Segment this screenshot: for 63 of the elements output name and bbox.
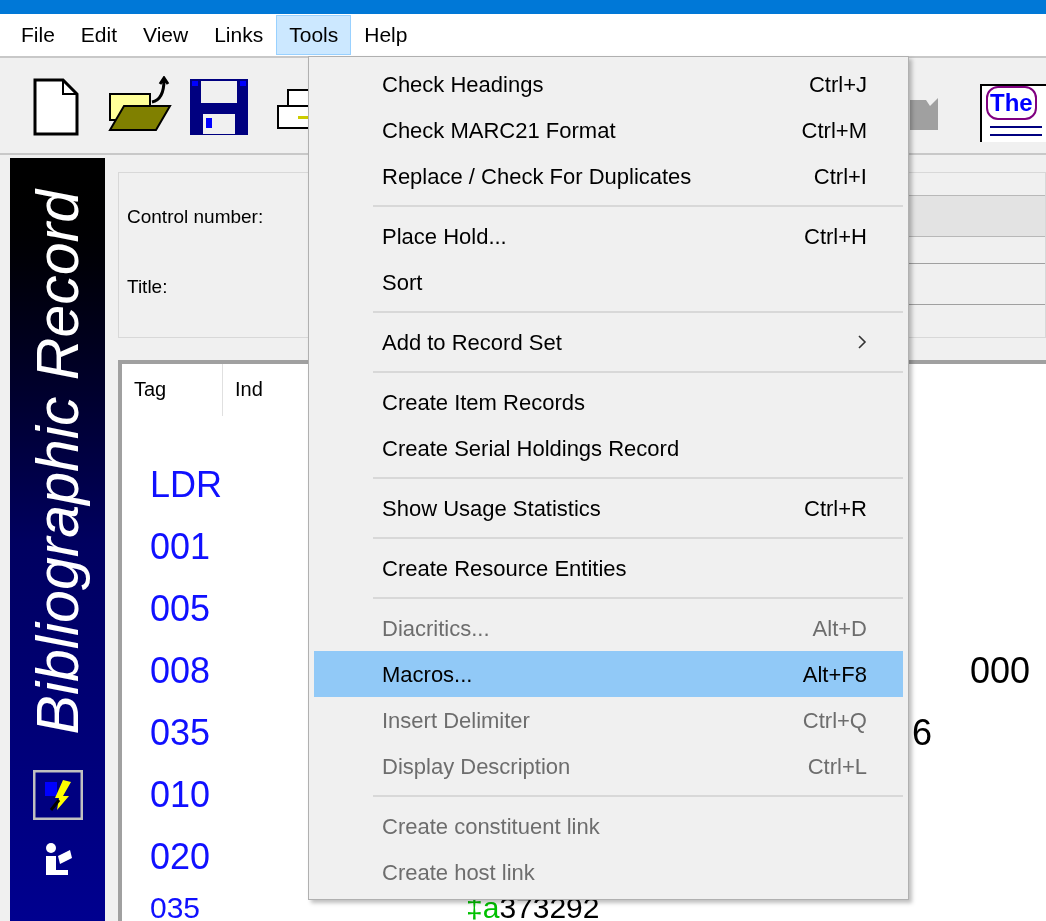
column-header[interactable]: Tag bbox=[122, 364, 223, 416]
thesaurus-icon[interactable]: The bbox=[980, 84, 1046, 142]
menu-item-label: Create Serial Holdings Record bbox=[382, 434, 680, 463]
shortcut-label: Ctrl+H bbox=[804, 222, 867, 251]
menu-item-label: Sort bbox=[382, 268, 423, 297]
macro-icon[interactable] bbox=[32, 770, 83, 820]
control-number-label: Control number: bbox=[127, 205, 264, 229]
shortcut-label: Ctrl+I bbox=[813, 162, 867, 191]
menu-item[interactable]: Create Item Records bbox=[314, 379, 903, 425]
menu-item-label: Diacritics... bbox=[382, 614, 490, 643]
menu-item-label: Macros... bbox=[382, 660, 473, 689]
field-data-cell: 6 bbox=[912, 711, 933, 755]
menu-item[interactable]: Sort bbox=[314, 259, 903, 305]
shortcut-label: Alt+D bbox=[812, 614, 867, 643]
shortcut-label: Ctrl+M bbox=[801, 116, 867, 145]
new-document-icon[interactable] bbox=[33, 78, 79, 136]
menu-item[interactable]: Create Serial Holdings Record bbox=[314, 425, 903, 471]
tag-cell: 001 bbox=[150, 525, 211, 569]
menu-item-label: Place Hold... bbox=[382, 222, 507, 251]
tag-cell: 035 bbox=[150, 711, 211, 755]
menu-bar-item[interactable]: File bbox=[8, 15, 68, 55]
menu-item[interactable]: Add to Record Set bbox=[314, 319, 903, 365]
thesaurus-icon-text: The bbox=[986, 86, 1037, 120]
menu-item[interactable]: Check Headings Ctrl+J bbox=[314, 61, 903, 107]
menu-bar-item[interactable]: View bbox=[130, 15, 202, 55]
menu-item-label: Create host link bbox=[382, 858, 535, 887]
field-data-cell: 000 bbox=[970, 649, 1031, 693]
tag-cell: 010 bbox=[150, 773, 211, 817]
menu-item-label: Check Headings bbox=[382, 70, 544, 99]
menu-bar-item[interactable]: Tools bbox=[276, 15, 352, 55]
open-folder-icon[interactable] bbox=[106, 76, 172, 132]
tag-cell: 035 bbox=[150, 896, 201, 919]
shortcut-label: Ctrl+L bbox=[807, 752, 867, 781]
menu-bar-item[interactable]: Links bbox=[201, 15, 277, 55]
tag-cell: 005 bbox=[150, 587, 211, 631]
menu-item[interactable]: Place Hold... Ctrl+H bbox=[314, 213, 903, 259]
menu-item-label: Display Description bbox=[382, 752, 571, 781]
menu-item-label: Create Item Records bbox=[382, 388, 585, 417]
shortcut-label: Ctrl+R bbox=[804, 494, 867, 523]
menu-item[interactable]: Macros... Alt+F8 bbox=[314, 651, 903, 697]
menu-item-label: Add to Record Set bbox=[382, 328, 562, 357]
side-panel-title: Bibliographic Record bbox=[26, 190, 89, 735]
shortcut-label: Ctrl+J bbox=[808, 70, 867, 99]
menu-item-label: Create constituent link bbox=[382, 812, 600, 841]
menu-item[interactable]: Create Resource Entities bbox=[314, 545, 903, 591]
menu-item-label: Create Resource Entities bbox=[382, 554, 627, 583]
menu-item-label: Replace / Check For Duplicates bbox=[382, 162, 692, 191]
shortcut-label: Ctrl+Q bbox=[802, 706, 867, 735]
tag-cell: 008 bbox=[150, 649, 211, 693]
menu-item-label: Show Usage Statistics bbox=[382, 494, 601, 523]
menu-item[interactable]: Check MARC21 Format Ctrl+M bbox=[314, 107, 903, 153]
menu-item[interactable]: Replace / Check For Duplicates Ctrl+I bbox=[314, 153, 903, 199]
title-label: Title: bbox=[127, 275, 168, 299]
tag-cell: 020 bbox=[150, 835, 211, 879]
menu-item-label: Check MARC21 Format bbox=[382, 116, 616, 145]
shortcut-label: Alt+F8 bbox=[802, 660, 867, 689]
control-number-field[interactable] bbox=[909, 195, 1045, 237]
menu-item[interactable]: Show Usage Statistics Ctrl+R bbox=[314, 485, 903, 531]
tag-cell: LDR bbox=[150, 463, 223, 507]
menu-bar-item[interactable]: Edit bbox=[67, 15, 131, 55]
title-field[interactable] bbox=[909, 263, 1045, 305]
menu-bar-item[interactable]: Help bbox=[351, 15, 421, 55]
menu-item-label: Insert Delimiter bbox=[382, 706, 530, 735]
